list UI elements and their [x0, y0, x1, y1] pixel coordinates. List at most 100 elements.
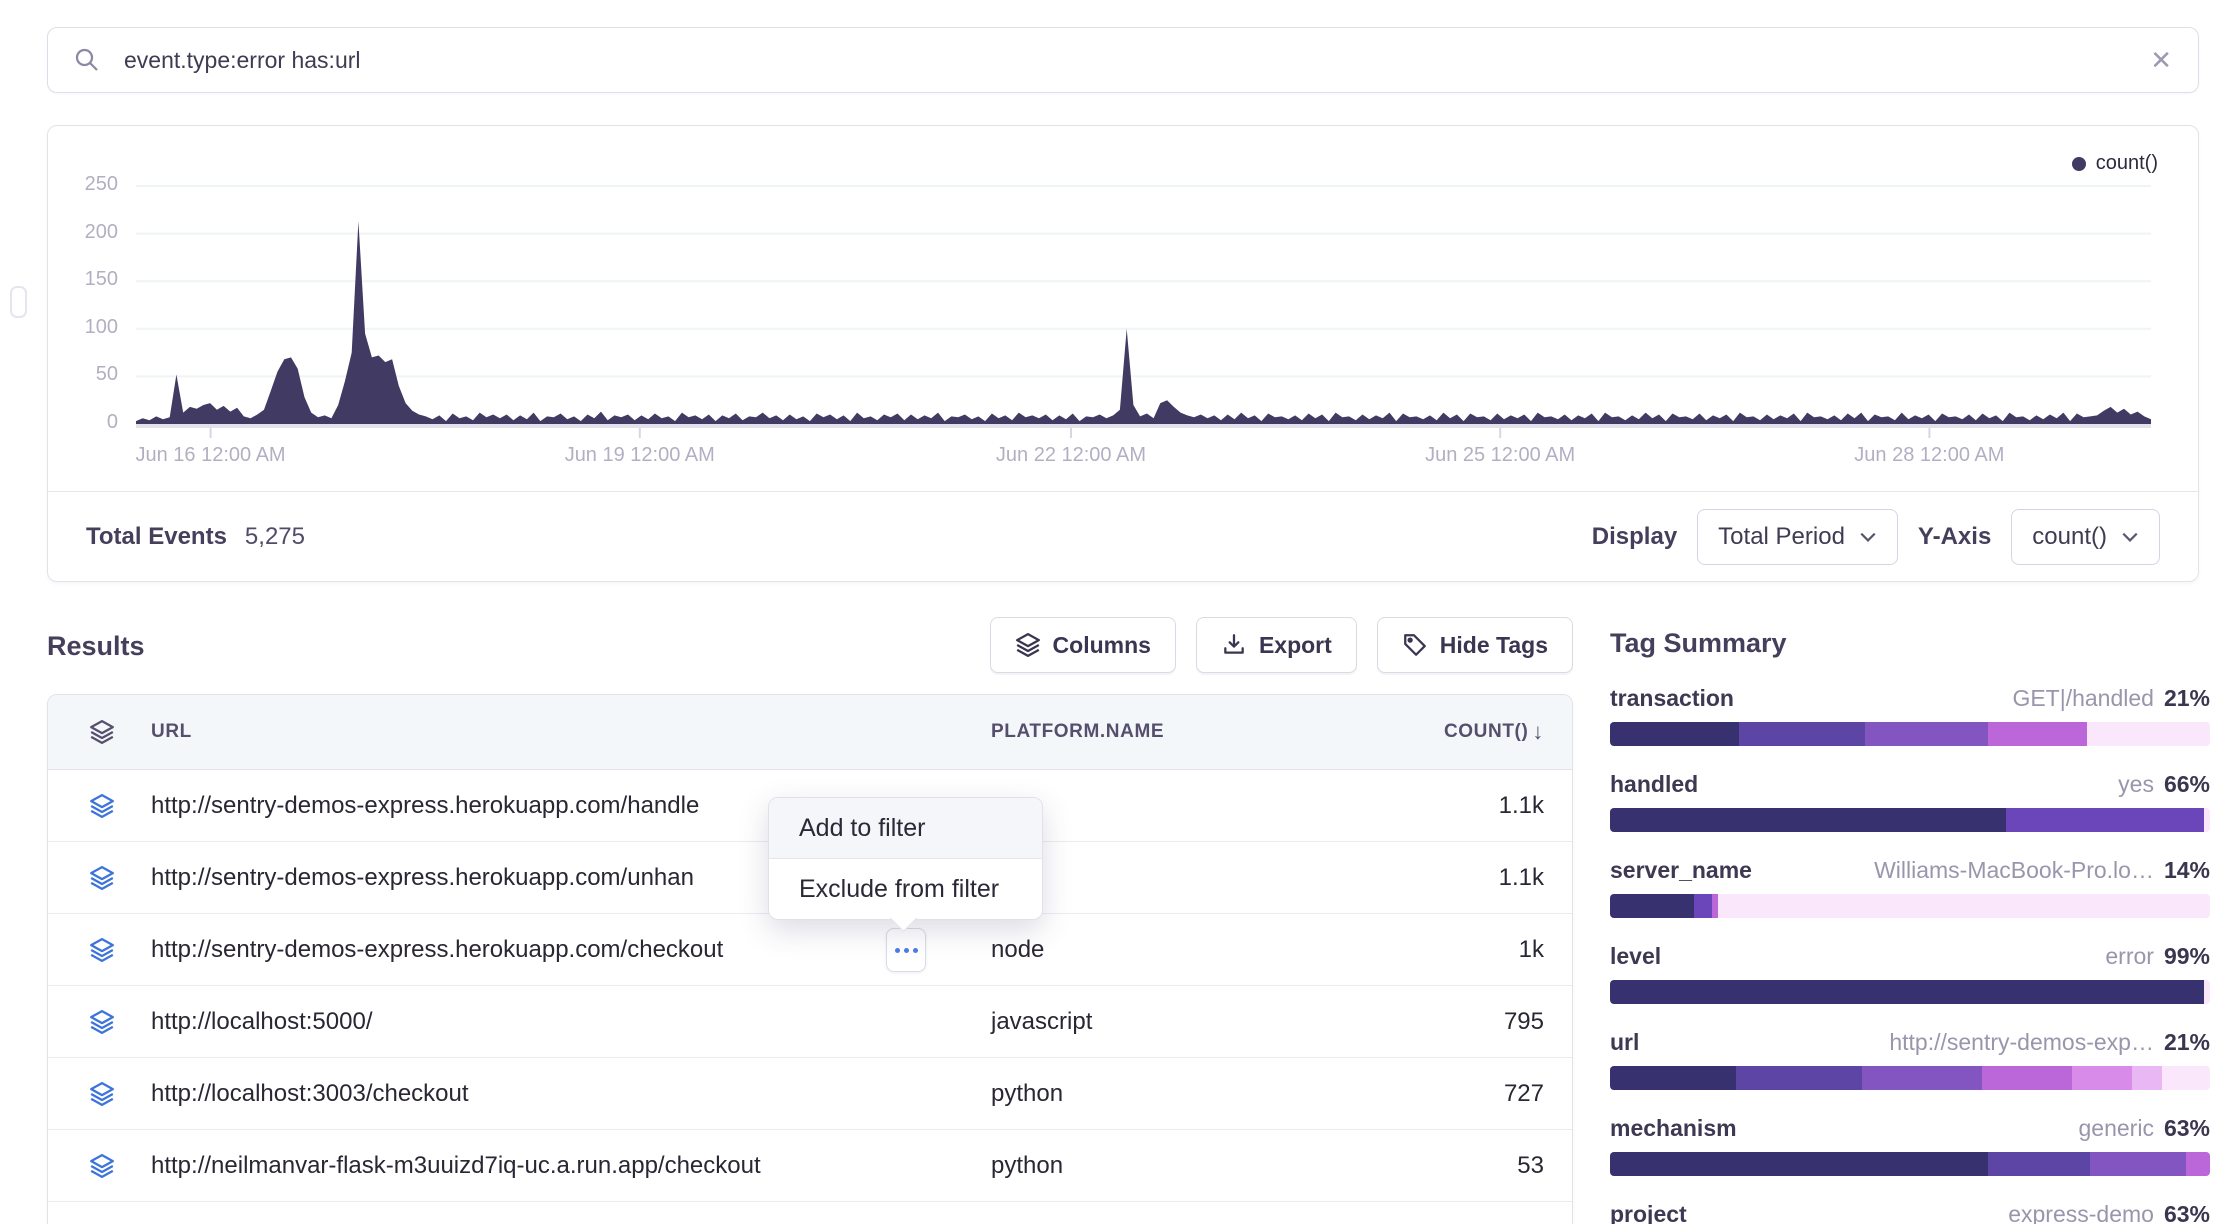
results-table: URL PLATFORM.NAME COUNT() ↓ http://sentr… [47, 694, 1573, 1224]
tag-label: project [1610, 1201, 1687, 1224]
clear-search-icon[interactable]: ✕ [2150, 28, 2172, 92]
table-row-partial [48, 1202, 1572, 1224]
count-header-label: COUNT() [1444, 721, 1528, 743]
chevron-down-icon [2121, 531, 2139, 543]
tag-top-percent: 21% [2164, 685, 2210, 712]
export-button-label: Export [1259, 632, 1332, 659]
tag-top-percent: 21% [2164, 1029, 2210, 1056]
count-cell: 1.1k [1421, 792, 1572, 820]
chart-legend: count() [2072, 152, 2158, 175]
tag-entry: project express-demo 63% [1610, 1201, 2210, 1224]
cell-actions-menu: Add to filter Exclude from filter [768, 797, 1043, 920]
tag-top-percent: 66% [2164, 771, 2210, 798]
events-area-chart[interactable] [48, 126, 2198, 466]
count-cell: 1.1k [1421, 864, 1572, 892]
stack-icon [89, 793, 151, 819]
chart-footer: Total Events 5,275 Display Total Period … [48, 491, 2198, 581]
legend-label: count() [2096, 152, 2158, 175]
tag-label: url [1610, 1029, 1639, 1056]
platform-cell: javascript [991, 1008, 1421, 1036]
display-select[interactable]: Total Period [1697, 509, 1898, 565]
column-header-count[interactable]: COUNT() ↓ [1421, 719, 1572, 745]
stack-icon [89, 865, 151, 891]
tag-label: mechanism [1610, 1115, 1737, 1142]
tag-top-value: http://sentry-demos-exp… [1889, 1029, 2154, 1056]
table-row: http://neilmanvar-flask-m3uuizd7iq-uc.a.… [48, 1130, 1572, 1202]
toolbar-buttons: Columns Export Hide Tags [990, 617, 1573, 673]
display-select-value: Total Period [1718, 523, 1845, 551]
total-events-label: Total Events [86, 523, 227, 551]
search-bar: ✕ [47, 27, 2199, 93]
sidebar-collapse-handle[interactable] [10, 286, 27, 318]
count-cell: 1k [1421, 936, 1572, 964]
export-button[interactable]: Export [1196, 617, 1357, 673]
yaxis-label: Y-Axis [1918, 523, 1991, 551]
table-row: http://localhost:5000/ javascript 795 [48, 986, 1572, 1058]
tag-top-percent: 63% [2164, 1201, 2210, 1224]
column-header-url[interactable]: URL [151, 721, 991, 743]
tag-top-value: yes [2118, 771, 2154, 798]
count-cell: 727 [1421, 1080, 1572, 1108]
hide-tags-button-label: Hide Tags [1440, 632, 1548, 659]
tag-entry: handled yes 66% [1610, 771, 2210, 832]
tag-distribution-bar[interactable] [1610, 980, 2210, 1004]
cell-actions-button[interactable] [886, 928, 926, 972]
tag-icon [1402, 632, 1428, 658]
stack-icon [89, 1081, 151, 1107]
tag-label: transaction [1610, 685, 1734, 712]
tag-label: level [1610, 943, 1661, 970]
table-row: http://sentry-demos-express.herokuapp.co… [48, 914, 1572, 986]
tag-entry: server_name Williams-MacBook-Pro.lo… 14% [1610, 857, 2210, 918]
tag-distribution-bar[interactable] [1610, 722, 2210, 746]
count-cell: 795 [1421, 1008, 1572, 1036]
table-row: http://localhost:3003/checkout python 72… [48, 1058, 1572, 1130]
sort-desc-icon: ↓ [1532, 719, 1544, 745]
table-header: URL PLATFORM.NAME COUNT() ↓ [48, 695, 1572, 770]
chevron-down-icon [1859, 531, 1877, 543]
tag-top-percent: 63% [2164, 1115, 2210, 1142]
tag-distribution-bar[interactable] [1610, 894, 2210, 918]
tag-summary-panel: Tag Summary transaction GET|/handled 21% h… [1610, 628, 2210, 1224]
tag-distribution-bar[interactable] [1610, 1152, 2210, 1176]
yaxis-select-value: count() [2032, 523, 2107, 551]
tag-label: server_name [1610, 857, 1752, 884]
stack-icon [89, 937, 151, 963]
columns-button-label: Columns [1053, 632, 1151, 659]
tag-summary-heading: Tag Summary [1610, 628, 2210, 659]
tag-top-value: Williams-MacBook-Pro.lo… [1874, 857, 2154, 884]
tag-entry: url http://sentry-demos-exp… 21% [1610, 1029, 2210, 1090]
stack-icon [89, 1009, 151, 1035]
menu-item-add-to-filter[interactable]: Add to filter [769, 798, 1042, 859]
results-toolbar: Results Columns Export Hide Tags [47, 617, 1573, 675]
y-axis-labels: 050100150200250 [48, 126, 126, 466]
tag-distribution-bar[interactable] [1610, 808, 2210, 832]
stack-icon [89, 1153, 151, 1179]
total-events-value: 5,275 [245, 523, 305, 551]
url-cell[interactable]: http://neilmanvar-flask-m3uuizd7iq-uc.a.… [151, 1152, 991, 1180]
platform-cell: python [991, 1152, 1421, 1180]
stack-icon [89, 719, 151, 745]
url-cell[interactable]: http://sentry-demos-express.herokuapp.co… [151, 936, 991, 964]
tag-top-value: express-demo [2008, 1201, 2154, 1224]
url-cell[interactable]: http://localhost:5000/ [151, 1008, 991, 1036]
tag-top-value: GET|/handled [2012, 685, 2154, 712]
total-events: Total Events 5,275 [86, 523, 305, 551]
layers-icon [1015, 632, 1041, 658]
hide-tags-button[interactable]: Hide Tags [1377, 617, 1573, 673]
chart-controls: Display Total Period Y-Axis count() [1592, 509, 2160, 565]
tag-entry: levelerror99% [1610, 943, 2210, 1004]
download-icon [1221, 632, 1247, 658]
column-header-platform[interactable]: PLATFORM.NAME [991, 721, 1421, 743]
tag-entry: transaction GET|/handled 21% [1610, 685, 2210, 746]
search-input[interactable] [48, 28, 2198, 92]
yaxis-select[interactable]: count() [2011, 509, 2160, 565]
url-cell[interactable]: http://localhost:3003/checkout [151, 1080, 991, 1108]
platform-cell: python [991, 1080, 1421, 1108]
tag-top-percent: 99% [2164, 943, 2210, 970]
tag-distribution-bar[interactable] [1610, 1066, 2210, 1090]
tag-label: handled [1610, 771, 1698, 798]
tag-top-percent: 14% [2164, 857, 2210, 884]
columns-button[interactable]: Columns [990, 617, 1176, 673]
discover-page: ✕ 050100150200250 Jun 16 12:00 AMJun 19 … [0, 0, 2234, 1224]
legend-dot-icon [2072, 157, 2086, 171]
